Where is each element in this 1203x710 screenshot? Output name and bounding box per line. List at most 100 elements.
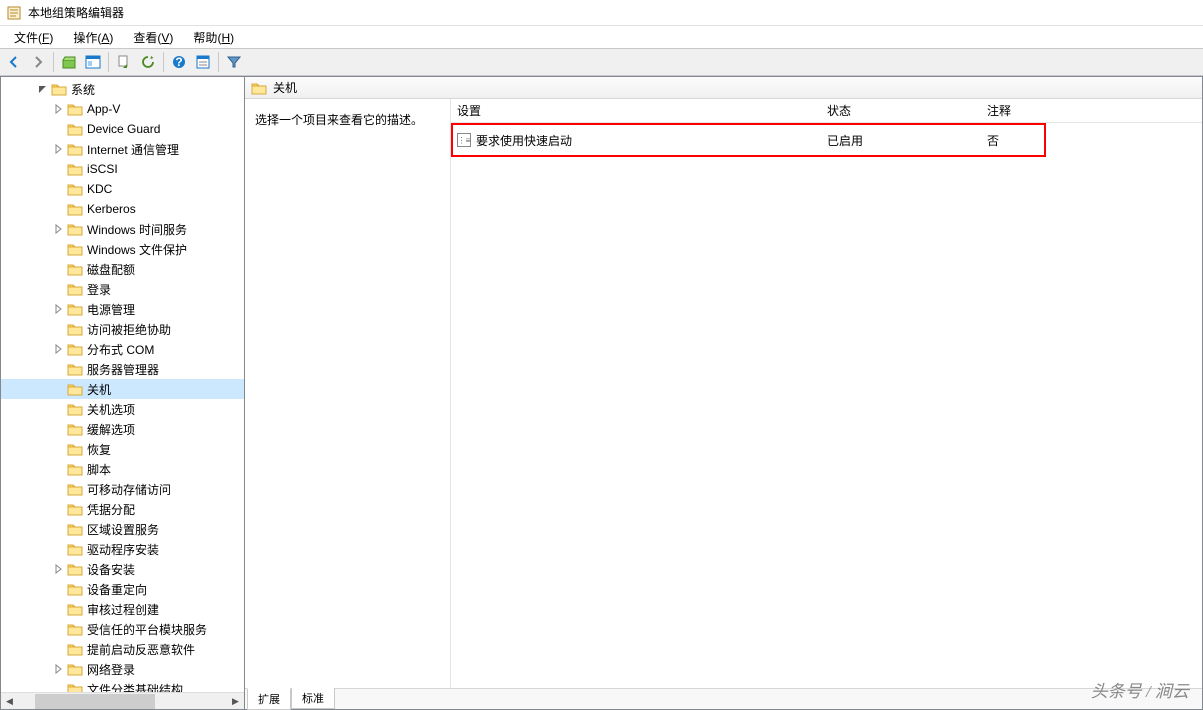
tree-item[interactable]: 登录 (1, 279, 244, 299)
tree-item[interactable]: Kerberos (1, 199, 244, 219)
tree-item[interactable]: 脚本 (1, 459, 244, 479)
toolbar-separator (163, 52, 164, 72)
tree-item-label: 凭据分配 (87, 501, 135, 518)
tree-item[interactable]: 设备安装 (1, 559, 244, 579)
expand-icon[interactable] (51, 301, 67, 317)
folder-icon (67, 362, 83, 376)
tree-item[interactable]: 恢复 (1, 439, 244, 459)
folder-icon (67, 602, 83, 616)
tree-item[interactable]: 磁盘配额 (1, 259, 244, 279)
tree-item-root[interactable]: 系统 (1, 79, 244, 99)
expander-placeholder (51, 481, 67, 497)
menu-file[interactable]: 文件(F) (4, 27, 63, 48)
tree-item[interactable]: 分布式 COM (1, 339, 244, 359)
tree-item[interactable]: 设备重定向 (1, 579, 244, 599)
menu-action[interactable]: 操作(A) (63, 27, 123, 48)
tabs-bar: 扩展 标准 (245, 688, 1202, 709)
highlight-annotation (451, 123, 1046, 157)
tree-item-label: 分布式 COM (87, 341, 154, 358)
tree-item-label: Kerberos (87, 202, 136, 216)
details-body: 选择一个项目来查看它的描述。 设置 状态 注释 ⋮≡ 要求使用快速启动 已启用 … (245, 99, 1202, 688)
tree-item[interactable]: 提前启动反恶意软件 (1, 639, 244, 659)
expander-placeholder (51, 461, 67, 477)
expander-placeholder (51, 181, 67, 197)
tree-item-label: 网络登录 (87, 661, 135, 678)
tree-item[interactable]: Internet 通信管理 (1, 139, 244, 159)
folder-icon (67, 182, 83, 196)
expand-icon[interactable] (51, 341, 67, 357)
tree-item[interactable]: 文件分类基础结构 (1, 679, 244, 692)
expand-icon[interactable] (51, 561, 67, 577)
tree-item[interactable]: 网络登录 (1, 659, 244, 679)
expander-placeholder (51, 321, 67, 337)
properties-button[interactable] (191, 50, 215, 74)
tree-item-label: 区域设置服务 (87, 521, 159, 538)
tree-item[interactable]: 凭据分配 (1, 499, 244, 519)
tree-item-label: 审核过程创建 (87, 601, 159, 618)
folder-icon (67, 342, 83, 356)
description-text: 选择一个项目来查看它的描述。 (255, 111, 440, 128)
refresh-button[interactable] (136, 50, 160, 74)
folder-icon (251, 81, 267, 95)
tree-item[interactable]: Windows 时间服务 (1, 219, 244, 239)
folder-icon (67, 102, 83, 116)
folder-icon (67, 442, 83, 456)
tab-extended[interactable]: 扩展 (247, 688, 291, 710)
tree-item-label: 驱动程序安装 (87, 541, 159, 558)
column-state[interactable]: 状态 (821, 99, 981, 123)
tree-item[interactable]: 可移动存储访问 (1, 479, 244, 499)
folder-icon (67, 482, 83, 496)
tree-item[interactable]: Device Guard (1, 119, 244, 139)
tree-item[interactable]: 驱动程序安装 (1, 539, 244, 559)
tree-item-label: 提前启动反恶意软件 (87, 641, 195, 658)
tree-item[interactable]: 服务器管理器 (1, 359, 244, 379)
tree-item[interactable]: Windows 文件保护 (1, 239, 244, 259)
tree-item[interactable]: 受信任的平台模块服务 (1, 619, 244, 639)
scroll-left-icon[interactable]: ◀ (1, 693, 18, 710)
filter-button[interactable] (222, 50, 246, 74)
expander-placeholder (51, 421, 67, 437)
back-button[interactable] (2, 50, 26, 74)
tree-item[interactable]: KDC (1, 179, 244, 199)
menu-view[interactable]: 查看(V) (123, 27, 183, 48)
column-comment[interactable]: 注释 (981, 99, 1202, 123)
folder-icon (51, 82, 67, 96)
folder-icon (67, 642, 83, 656)
up-button[interactable] (57, 50, 81, 74)
forward-button[interactable] (26, 50, 50, 74)
expander-placeholder (51, 401, 67, 417)
svg-text:?: ? (175, 55, 182, 69)
tree-view[interactable]: 系统 App-V Device Guard Internet 通信管理iSCSIKD… (1, 77, 244, 692)
menu-help[interactable]: 帮助(H) (183, 27, 244, 48)
help-button[interactable]: ? (167, 50, 191, 74)
tree-item[interactable]: 区域设置服务 (1, 519, 244, 539)
tree-item[interactable]: App-V (1, 99, 244, 119)
tree-item[interactable]: iSCSI (1, 159, 244, 179)
horizontal-scrollbar[interactable]: ◀ ▶ (1, 692, 244, 709)
collapse-icon[interactable] (35, 81, 51, 97)
expander-placeholder (51, 121, 67, 137)
tree-item[interactable]: 关机选项 (1, 399, 244, 419)
tree-item[interactable]: 缓解选项 (1, 419, 244, 439)
expand-icon[interactable] (51, 141, 67, 157)
folder-icon (67, 142, 83, 156)
tree-item-label: 文件分类基础结构 (87, 681, 183, 693)
show-hide-button[interactable] (81, 50, 105, 74)
tree-item-label: Device Guard (87, 122, 160, 136)
scroll-right-icon[interactable]: ▶ (227, 693, 244, 710)
expand-icon[interactable] (51, 661, 67, 677)
scroll-thumb[interactable] (35, 694, 155, 709)
expand-icon[interactable] (51, 221, 67, 237)
toolbar-separator (218, 52, 219, 72)
export-button[interactable] (112, 50, 136, 74)
tree-item[interactable]: 电源管理 (1, 299, 244, 319)
column-setting[interactable]: 设置 (451, 99, 821, 123)
expander-placeholder (51, 161, 67, 177)
tree-item[interactable]: 访问被拒绝协助 (1, 319, 244, 339)
tree-item[interactable]: 关机 (1, 379, 244, 399)
tree-item[interactable]: 审核过程创建 (1, 599, 244, 619)
expander-placeholder (51, 261, 67, 277)
expand-icon[interactable] (51, 101, 67, 117)
expander-placeholder (51, 361, 67, 377)
tab-standard[interactable]: 标准 (291, 688, 335, 709)
